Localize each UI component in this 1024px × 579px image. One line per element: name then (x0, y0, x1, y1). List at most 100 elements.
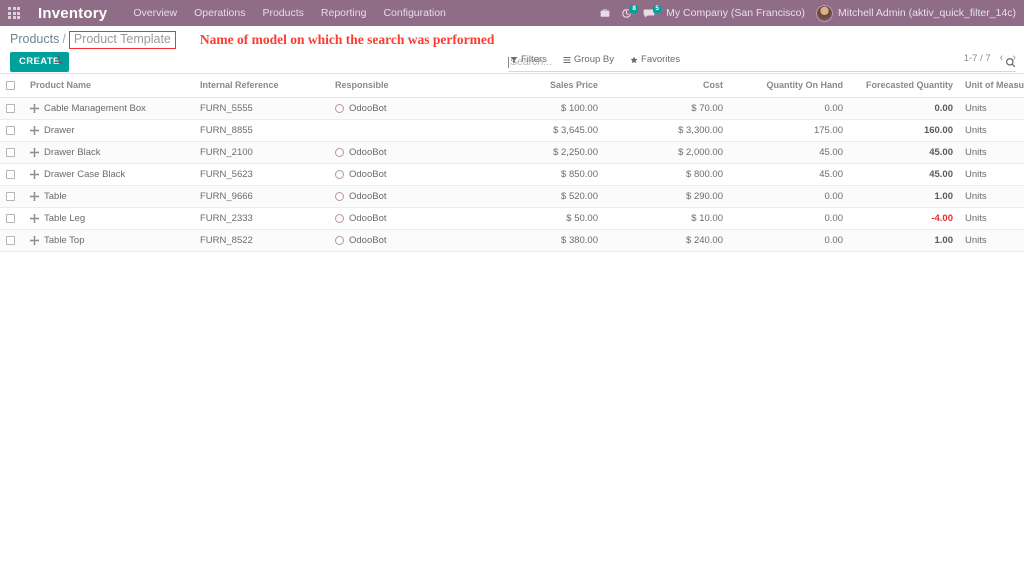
menu-item-operations[interactable]: Operations (194, 3, 245, 23)
row-checkbox[interactable] (6, 170, 15, 179)
cell-internal-reference[interactable]: FURN_8522 (194, 230, 329, 252)
cell-sales-price[interactable]: $ 520.00 (474, 186, 604, 208)
import-upload-icon[interactable] (53, 54, 64, 65)
cell-quantity-on-hand[interactable]: 175.00 (729, 120, 849, 142)
cell-sales-price[interactable]: $ 380.00 (474, 230, 604, 252)
cell-internal-reference[interactable]: FURN_2333 (194, 208, 329, 230)
menu-item-reporting[interactable]: Reporting (321, 3, 367, 23)
cell-quantity-on-hand[interactable]: 0.00 (729, 186, 849, 208)
cell-product-name[interactable]: Table Top (24, 230, 194, 252)
column-header-product-name[interactable]: Product Name (24, 74, 194, 98)
cell-forecasted-quantity[interactable]: -4.00 (849, 208, 959, 230)
briefcase-icon[interactable] (600, 8, 610, 18)
cell-unit-of-measure[interactable]: Units (959, 186, 1009, 208)
column-header-cost[interactable]: Cost (604, 74, 729, 98)
table-row[interactable]: Table TopFURN_8522OdooBot$ 380.00$ 240.0… (0, 230, 1024, 252)
cell-unit-of-measure[interactable]: Units (959, 142, 1009, 164)
cell-unit-of-measure[interactable]: Units (959, 164, 1009, 186)
cell-product-name[interactable]: Table (24, 186, 194, 208)
drag-handle-icon[interactable] (30, 214, 39, 223)
drag-handle-icon[interactable] (30, 126, 39, 135)
cell-cost[interactable]: $ 290.00 (604, 186, 729, 208)
favorites-menu[interactable]: Favorites (630, 54, 680, 65)
cell-product-name[interactable]: Drawer Case Black (24, 164, 194, 186)
cell-responsible[interactable]: OdooBot (329, 186, 474, 208)
cell-cost[interactable]: $ 10.00 (604, 208, 729, 230)
cell-unit-of-measure[interactable]: Units (959, 120, 1009, 142)
cell-sales-price[interactable]: $ 100.00 (474, 98, 604, 120)
cell-sales-price[interactable]: $ 2,250.00 (474, 142, 604, 164)
cell-quantity-on-hand[interactable]: 0.00 (729, 208, 849, 230)
drag-handle-icon[interactable] (30, 104, 39, 113)
cell-product-name[interactable]: Table Leg (24, 208, 194, 230)
column-header-internal-reference[interactable]: Internal Reference (194, 74, 329, 98)
breadcrumb-parent-products[interactable]: Products (10, 32, 59, 46)
cell-forecasted-quantity[interactable]: 1.00 (849, 230, 959, 252)
row-checkbox[interactable] (6, 214, 15, 223)
cell-cost[interactable]: $ 240.00 (604, 230, 729, 252)
cell-forecasted-quantity[interactable]: 160.00 (849, 120, 959, 142)
cell-forecasted-quantity[interactable]: 1.00 (849, 186, 959, 208)
column-header-responsible[interactable]: Responsible (329, 74, 474, 98)
row-checkbox[interactable] (6, 236, 15, 245)
row-checkbox[interactable] (6, 148, 15, 157)
filters-menu[interactable]: Filters (510, 54, 547, 65)
column-header-sales-price[interactable]: Sales Price (474, 74, 604, 98)
drag-handle-icon[interactable] (30, 170, 39, 179)
cell-responsible[interactable]: OdooBot (329, 230, 474, 252)
cell-internal-reference[interactable]: FURN_5555 (194, 98, 329, 120)
user-menu[interactable]: Mitchell Admin (aktiv_quick_filter_14c) (816, 5, 1016, 22)
cell-product-name[interactable]: Cable Management Box (24, 98, 194, 120)
table-row[interactable]: Drawer BlackFURN_2100OdooBot$ 2,250.00$ … (0, 142, 1024, 164)
cell-responsible[interactable]: OdooBot (329, 98, 474, 120)
cell-quantity-on-hand[interactable]: 45.00 (729, 164, 849, 186)
drag-handle-icon[interactable] (30, 236, 39, 245)
cell-cost[interactable]: $ 3,300.00 (604, 120, 729, 142)
row-checkbox[interactable] (6, 192, 15, 201)
cell-product-name[interactable]: Drawer Black (24, 142, 194, 164)
chevron-right-icon[interactable]: › (1012, 53, 1016, 64)
app-brand-title[interactable]: Inventory (38, 5, 107, 22)
cell-responsible[interactable]: OdooBot (329, 164, 474, 186)
table-row[interactable]: Cable Management BoxFURN_5555OdooBot$ 10… (0, 98, 1024, 120)
cell-internal-reference[interactable]: FURN_9666 (194, 186, 329, 208)
cell-cost[interactable]: $ 2,000.00 (604, 142, 729, 164)
column-header-unit-of-measure[interactable]: Unit of Measure (959, 74, 1009, 98)
column-header-forecasted-quantity[interactable]: Forecasted Quantity (849, 74, 959, 98)
select-all-checkbox[interactable] (6, 81, 15, 90)
cell-unit-of-measure[interactable]: Units (959, 230, 1009, 252)
cell-internal-reference[interactable]: FURN_2100 (194, 142, 329, 164)
cell-cost[interactable]: $ 800.00 (604, 164, 729, 186)
cell-unit-of-measure[interactable]: Units (959, 208, 1009, 230)
table-row[interactable]: TableFURN_9666OdooBot$ 520.00$ 290.000.0… (0, 186, 1024, 208)
cell-sales-price[interactable]: $ 50.00 (474, 208, 604, 230)
column-options-icon[interactable] (1015, 81, 1018, 90)
apps-grid-icon[interactable] (4, 3, 24, 23)
drag-handle-icon[interactable] (30, 192, 39, 201)
menu-item-overview[interactable]: Overview (133, 3, 177, 23)
column-header-quantity-on-hand[interactable]: Quantity On Hand (729, 74, 849, 98)
cell-product-name[interactable]: Drawer (24, 120, 194, 142)
cell-responsible[interactable]: OdooBot (329, 208, 474, 230)
cell-responsible[interactable]: OdooBot (329, 142, 474, 164)
table-row[interactable]: Drawer Case BlackFURN_5623OdooBot$ 850.0… (0, 164, 1024, 186)
drag-handle-icon[interactable] (30, 148, 39, 157)
cell-internal-reference[interactable]: FURN_8855 (194, 120, 329, 142)
company-switcher[interactable]: My Company (San Francisco) (666, 7, 805, 19)
cell-unit-of-measure[interactable]: Units (959, 98, 1009, 120)
menu-item-products[interactable]: Products (262, 3, 303, 23)
cell-sales-price[interactable]: $ 850.00 (474, 164, 604, 186)
cell-quantity-on-hand[interactable]: 0.00 (729, 98, 849, 120)
clock-activities-icon[interactable]: 8 (621, 8, 632, 19)
cell-forecasted-quantity[interactable]: 45.00 (849, 142, 959, 164)
table-row[interactable]: Table LegFURN_2333OdooBot$ 50.00$ 10.000… (0, 208, 1024, 230)
cell-sales-price[interactable]: $ 3,645.00 (474, 120, 604, 142)
row-checkbox[interactable] (6, 104, 15, 113)
cell-cost[interactable]: $ 70.00 (604, 98, 729, 120)
group-by-menu[interactable]: Group By (563, 54, 614, 65)
cell-quantity-on-hand[interactable]: 45.00 (729, 142, 849, 164)
chevron-left-icon[interactable]: ‹ (1000, 53, 1004, 64)
cell-quantity-on-hand[interactable]: 0.00 (729, 230, 849, 252)
cell-internal-reference[interactable]: FURN_5623 (194, 164, 329, 186)
cell-responsible[interactable] (329, 120, 474, 142)
